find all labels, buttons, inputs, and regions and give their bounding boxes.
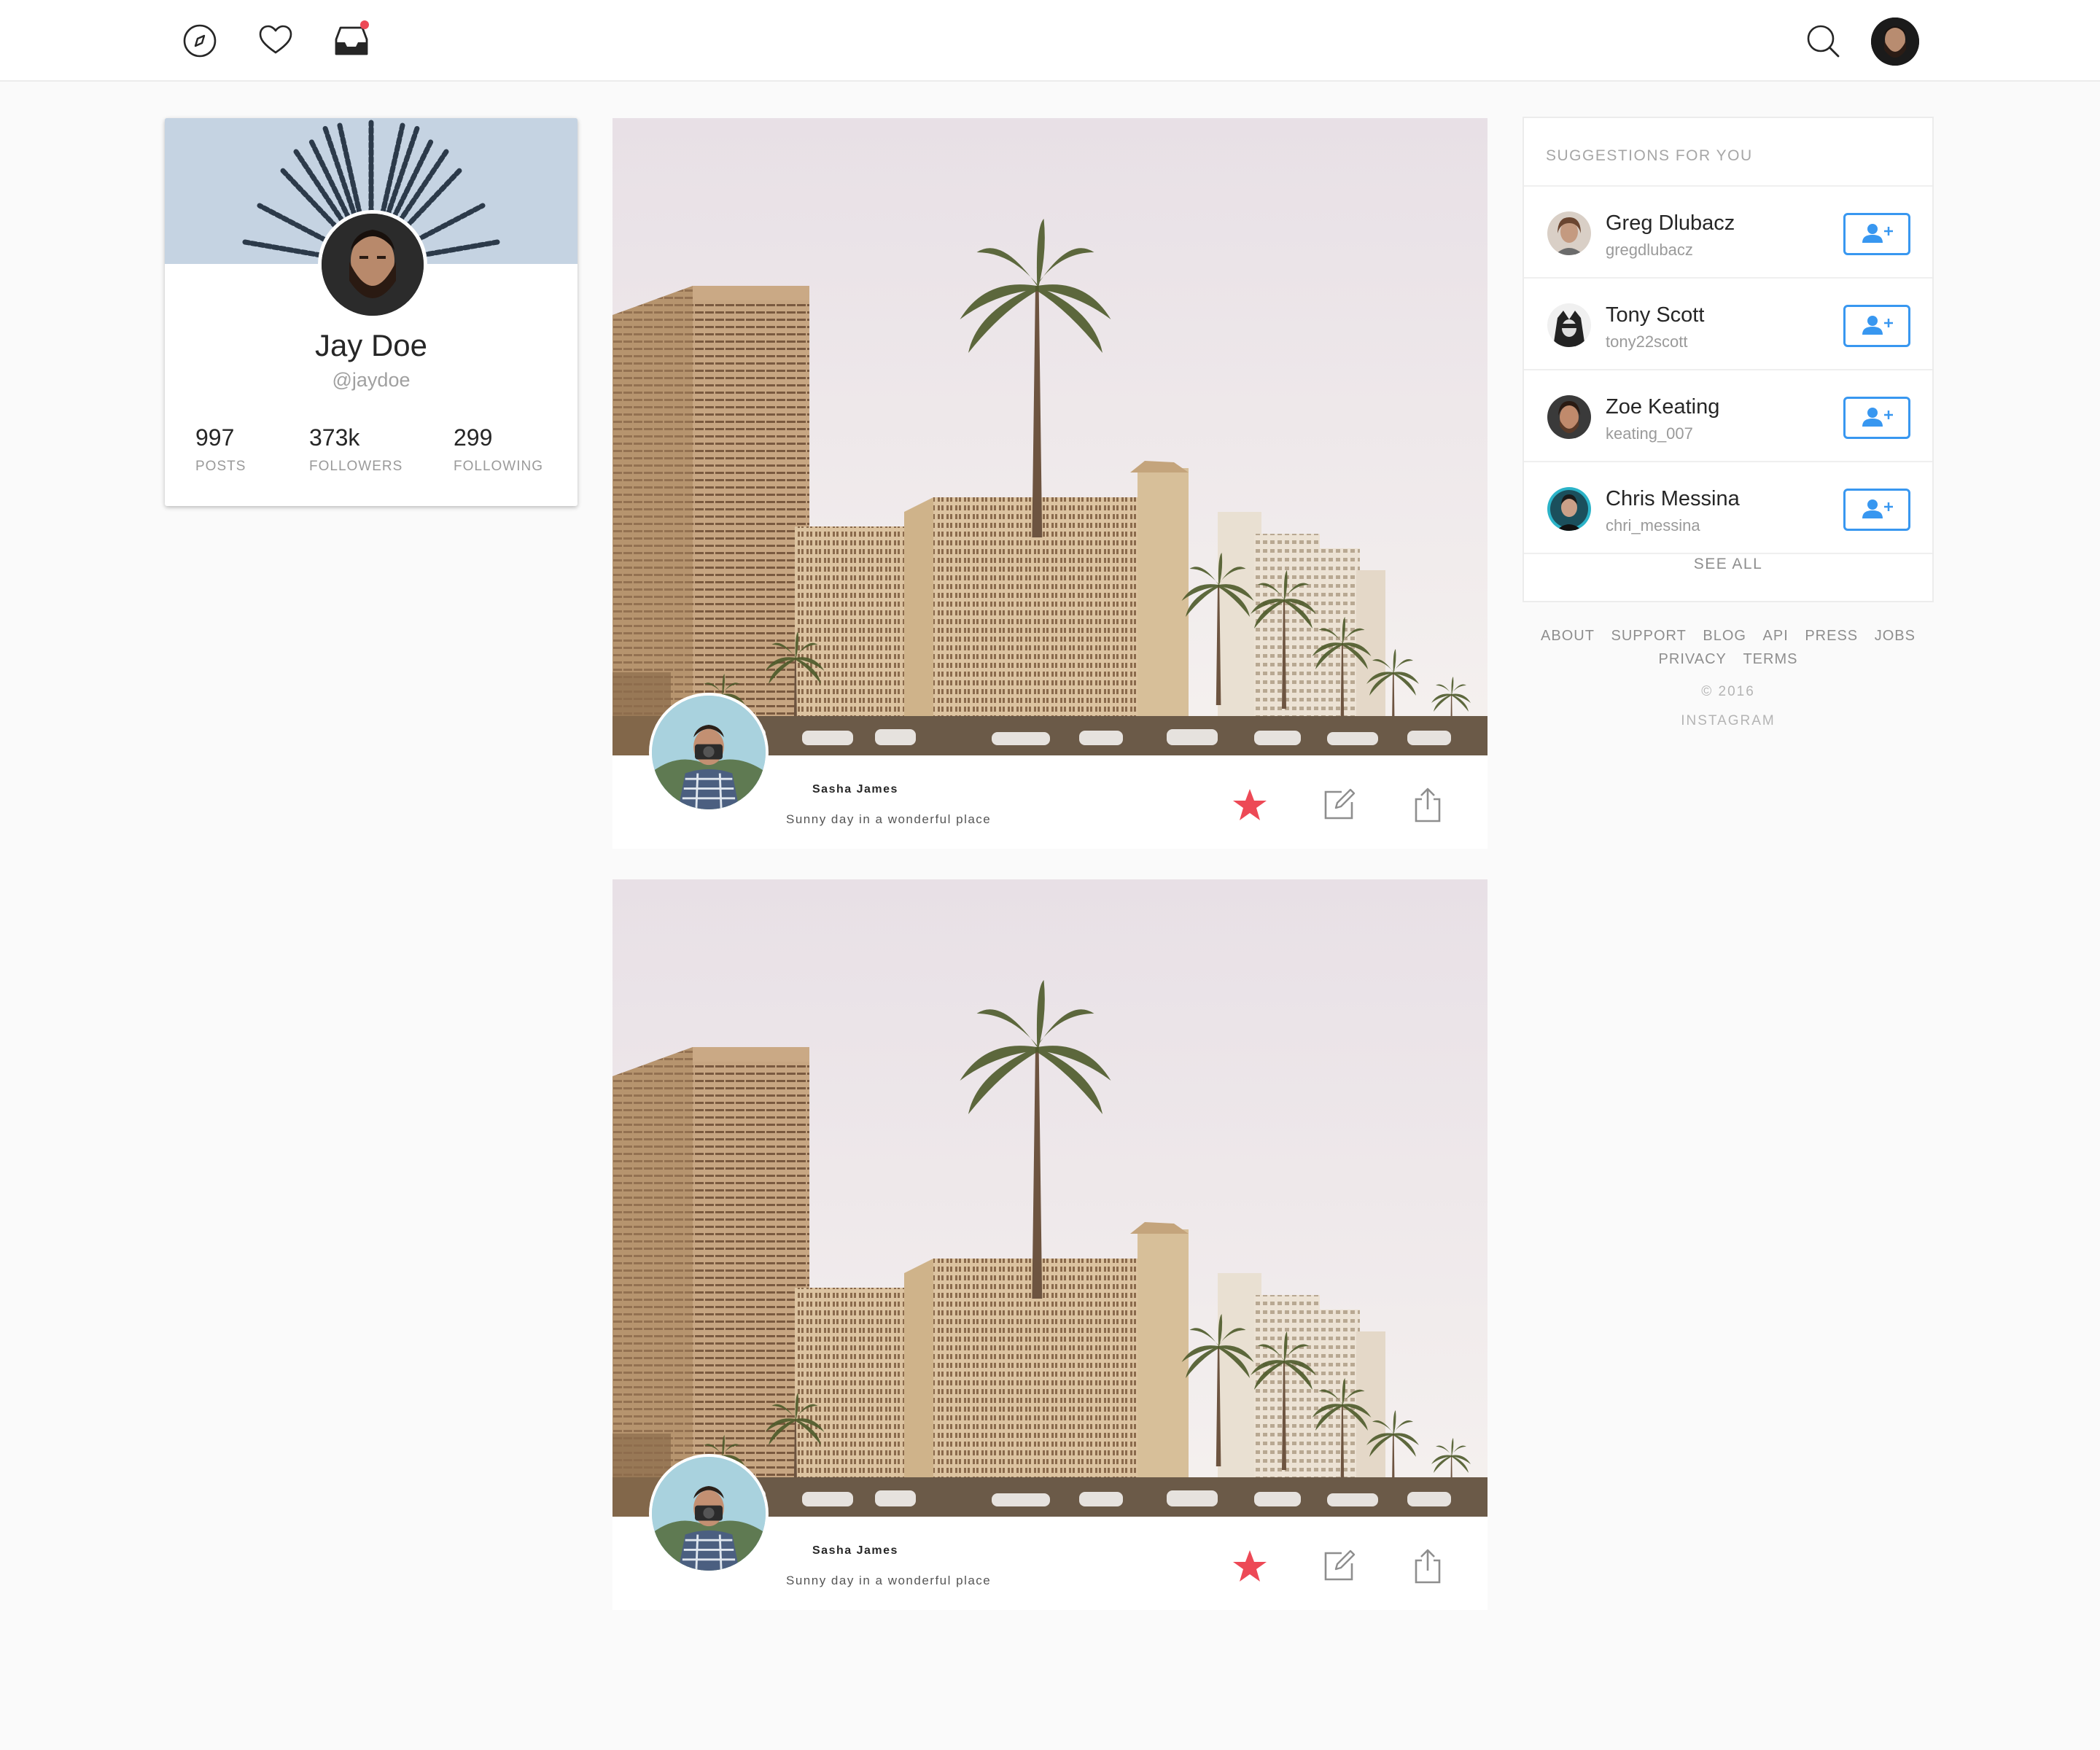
post-author-avatar[interactable] (649, 693, 769, 812)
top-navigation-bar (0, 0, 2100, 82)
add-user-icon (1862, 224, 1893, 243)
suggestions-panel: SUGGESTIONS FOR YOU Greg Dlubacz gregdlu… (1522, 117, 1934, 602)
stat-label: FOLLOWING (454, 459, 544, 474)
star-icon[interactable] (1229, 1546, 1270, 1587)
post-author-avatar[interactable] (649, 1454, 769, 1574)
suggestion-username: tony22scott (1606, 332, 1688, 351)
suggestion-username: keating_007 (1606, 424, 1693, 443)
edit-icon[interactable] (1318, 1546, 1359, 1587)
footer-link-blog[interactable]: BLOG (1703, 628, 1746, 644)
stat-following[interactable]: 299 FOLLOWING (454, 424, 543, 475)
edit-icon[interactable] (1318, 785, 1359, 825)
suggestion-avatar[interactable] (1547, 395, 1591, 439)
heart-icon[interactable] (255, 20, 296, 61)
follow-button[interactable] (1843, 397, 1910, 439)
follow-button[interactable] (1843, 489, 1910, 531)
inbox-icon[interactable] (331, 20, 372, 61)
suggestion-name[interactable]: Greg Dlubacz (1606, 211, 1735, 236)
profile-name: Jay Doe (314, 328, 428, 362)
post-caption: Sunny day in a wonderful place (786, 812, 992, 826)
post-card: Sasha James Sunny day in a wonderful pla… (612, 118, 1488, 849)
footer-link-support[interactable]: SUPPORT (1611, 628, 1687, 644)
share-icon[interactable] (1407, 785, 1448, 825)
stat-label: FOLLOWERS (309, 459, 403, 474)
post-footer: Sasha James Sunny day in a wonderful pla… (612, 1454, 1488, 1610)
suggestion-row: Zoe Keating keating_007 (1524, 369, 1932, 461)
post-caption: Sunny day in a wonderful place (786, 1574, 992, 1587)
post-author-name[interactable]: Sasha James (812, 1544, 898, 1558)
footer-link-press[interactable]: PRESS (1805, 628, 1858, 644)
stat-posts[interactable]: 997 POSTS (195, 424, 246, 475)
footer-link-privacy[interactable]: PRIVACY (1659, 651, 1727, 667)
post-photo[interactable] (612, 879, 1488, 1517)
follow-button[interactable] (1843, 213, 1910, 255)
footer-link-terms[interactable]: TERMS (1743, 651, 1797, 667)
add-user-icon (1862, 499, 1893, 518)
suggestion-username: chri_messina (1606, 516, 1700, 534)
footer-link-about[interactable]: ABOUT (1541, 628, 1595, 644)
follow-button[interactable] (1843, 305, 1910, 347)
suggestion-avatar[interactable] (1547, 303, 1591, 347)
add-user-icon (1862, 408, 1893, 427)
footer-brand: INSTAGRAM (1681, 713, 1776, 728)
post-photo[interactable] (612, 118, 1488, 755)
profile-avatar[interactable] (318, 210, 427, 319)
compass-icon[interactable] (179, 20, 220, 61)
footer-link-api[interactable]: API (1763, 628, 1789, 644)
post-card: Sasha James Sunny day in a wonderful pla… (612, 879, 1488, 1610)
post-author-name[interactable]: Sasha James (812, 783, 898, 796)
footer-link-jobs[interactable]: JOBS (1875, 628, 1916, 644)
footer-copyright: © 2016 (1701, 684, 1755, 699)
stat-value: 997 (195, 424, 235, 451)
profile-handle: @jaydoe (332, 369, 411, 391)
suggestion-avatar[interactable] (1547, 487, 1591, 531)
suggestion-name[interactable]: Zoe Keating (1606, 395, 1719, 419)
add-user-icon (1862, 316, 1893, 335)
search-icon[interactable] (1802, 20, 1843, 61)
user-avatar[interactable] (1871, 18, 1919, 66)
suggestion-name[interactable]: Tony Scott (1606, 303, 1704, 327)
stat-value: 299 (454, 424, 493, 451)
suggestion-name[interactable]: Chris Messina (1606, 487, 1740, 511)
suggestion-row: Chris Messina chri_messina (1524, 461, 1932, 553)
post-footer: Sasha James Sunny day in a wonderful pla… (612, 693, 1488, 849)
stat-followers[interactable]: 373k FOLLOWERS (309, 424, 402, 475)
footer-links: ABOUT SUPPORT BLOG API PRESS JOBS PRIVAC… (1522, 624, 1934, 671)
share-icon[interactable] (1407, 1546, 1448, 1587)
suggestion-avatar[interactable] (1547, 211, 1591, 255)
suggestion-row: Greg Dlubacz gregdlubacz (1524, 185, 1932, 277)
suggestions-title: SUGGESTIONS FOR YOU (1546, 147, 1753, 164)
suggestion-username: gregdlubacz (1606, 241, 1693, 259)
stat-value: 373k (309, 424, 360, 451)
notification-dot (360, 20, 369, 29)
suggestion-row: Tony Scott tony22scott (1524, 277, 1932, 369)
profile-card: Jay Doe @jaydoe 997 POSTS 373k FOLLOWERS… (165, 118, 578, 506)
star-icon[interactable] (1229, 785, 1270, 825)
stat-label: POSTS (195, 459, 246, 474)
see-all-link[interactable]: SEE ALL (1524, 556, 1932, 573)
